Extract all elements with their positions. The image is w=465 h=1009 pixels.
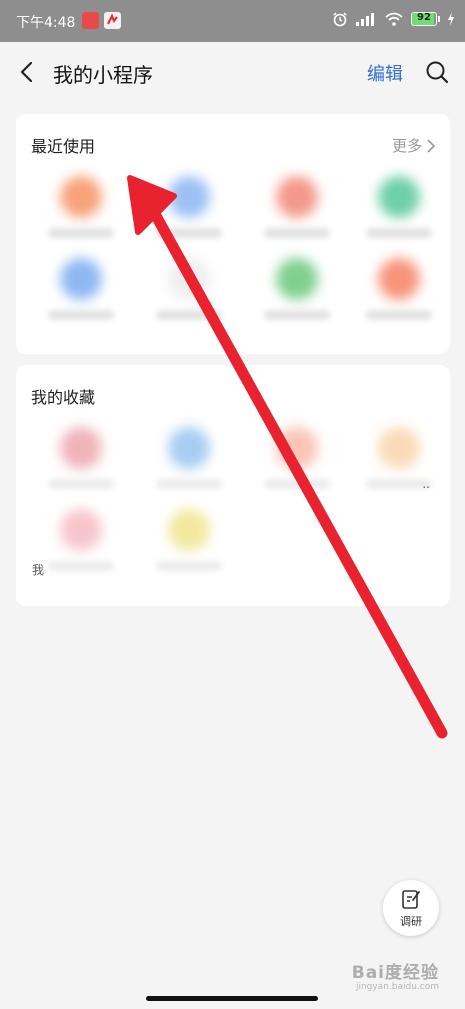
truncated-label-left: 我 <box>32 563 45 577</box>
mini-app-item[interactable] <box>358 254 438 334</box>
more-link[interactable]: 更多 <box>392 135 436 156</box>
recent-section-title: 最近使用 <box>31 137 96 156</box>
chevron-right-icon <box>427 138 436 153</box>
mini-app-item[interactable] <box>40 254 120 334</box>
edit-button[interactable]: 编辑 <box>367 60 403 86</box>
battery-text: 92 <box>417 12 431 23</box>
signal-icon <box>356 13 374 26</box>
truncated-label-right: .. <box>422 477 430 491</box>
mini-app-label <box>366 310 432 320</box>
mini-app-label <box>264 310 330 320</box>
mini-app-item[interactable] <box>40 172 120 252</box>
edit-note-icon <box>402 890 420 909</box>
battery-indicator: 92 <box>411 12 440 26</box>
blur-overlay <box>34 420 432 600</box>
favorites-section: 我的收藏 .. 我 <box>16 365 450 606</box>
status-time: 下午4:48 <box>16 15 76 31</box>
mini-app-item[interactable] <box>358 172 438 252</box>
mini-app-icon <box>168 176 210 218</box>
favorites-section-title: 我的收藏 <box>31 388 96 407</box>
mini-app-icon <box>168 258 210 300</box>
status-bar: 下午4:48 92 <box>0 0 465 42</box>
mini-app-icon <box>60 258 102 300</box>
mini-app-icon <box>378 258 420 300</box>
notification-app-icon-1 <box>82 12 99 29</box>
watermark-url: jingyan.baidu.com <box>355 982 439 992</box>
status-icons: 92 <box>332 11 455 27</box>
mini-app-item[interactable] <box>148 172 228 252</box>
wifi-icon <box>385 12 403 26</box>
recent-section: 最近使用 更多 <box>16 114 450 354</box>
mini-app-label <box>366 228 432 238</box>
mini-app-item[interactable] <box>256 254 336 334</box>
header: 我的小程序 编辑 <box>0 42 465 102</box>
mini-app-label <box>156 310 222 320</box>
mini-app-label <box>156 228 222 238</box>
mini-app-label <box>48 228 114 238</box>
mini-app-item[interactable] <box>148 254 228 334</box>
chevron-left-icon <box>20 61 33 83</box>
search-button[interactable] <box>423 58 451 86</box>
charging-icon <box>448 12 454 26</box>
back-button[interactable] <box>14 58 42 86</box>
mini-app-item[interactable] <box>256 172 336 252</box>
page-title: 我的小程序 <box>53 63 153 87</box>
survey-button[interactable]: 调研 <box>383 880 439 936</box>
mini-app-label <box>264 228 330 238</box>
alarm-icon <box>333 12 347 27</box>
more-label: 更多 <box>391 137 422 155</box>
mini-app-icon <box>378 176 420 218</box>
mini-app-icon <box>60 176 102 218</box>
notification-app-icon-2 <box>104 12 121 29</box>
search-icon <box>426 61 449 84</box>
home-indicator[interactable] <box>146 996 318 1001</box>
mini-app-icon <box>276 258 318 300</box>
watermark-logo: Bai度经验 <box>351 963 439 983</box>
survey-label: 调研 <box>400 915 422 928</box>
mini-app-icon <box>276 176 318 218</box>
mini-app-label <box>48 310 114 320</box>
